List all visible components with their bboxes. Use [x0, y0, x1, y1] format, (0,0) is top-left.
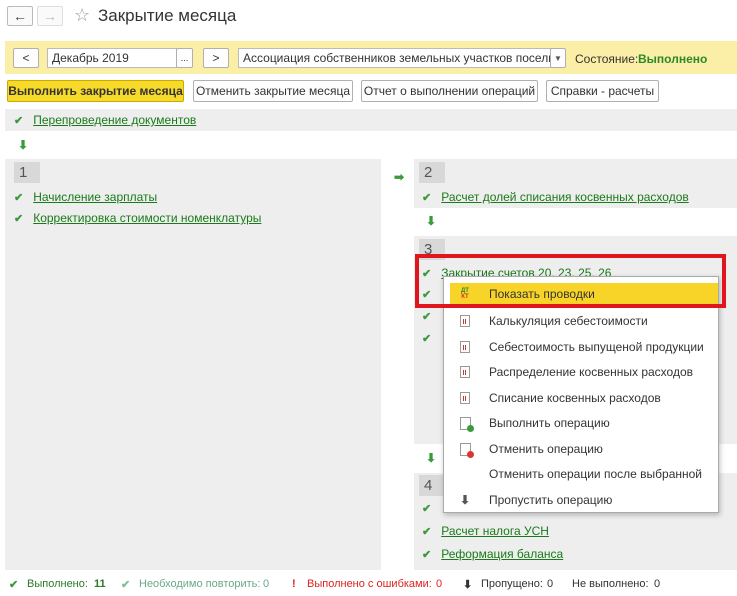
stage-number: 1 — [14, 162, 40, 183]
check-icon: ✔ — [422, 191, 432, 204]
right-arrow-icon: ➡ — [394, 170, 405, 184]
highlight-box — [415, 254, 726, 308]
operation-row: ✔ Расчет долей списания косвенных расход… — [422, 190, 689, 204]
check-icon: ✔ — [422, 503, 432, 515]
down-arrow-icon: ⬇ — [426, 451, 437, 465]
operation-row: ✔ Начисление зарплаты — [14, 190, 157, 204]
forward-button[interactable]: → — [37, 6, 63, 26]
done-count: 11 — [94, 578, 106, 590]
report-icon — [458, 314, 472, 328]
page-title: Закрытие месяца — [98, 6, 237, 25]
error-icon: ! — [292, 578, 296, 590]
operation-link[interactable]: Реформация баланса — [441, 547, 563, 561]
operation-link[interactable]: Расчет долей списания косвенных расходов — [441, 190, 689, 204]
state-label: Состояние: — [575, 52, 639, 66]
back-button[interactable]: ← — [7, 6, 33, 26]
operation-row: ✔ Расчет налога УСН — [422, 524, 549, 538]
menu-item-label: Выполнить операцию — [489, 416, 610, 430]
stage-number: 2 — [419, 162, 445, 183]
menu-item-indirect-distribution[interactable]: Распределение косвенных расходов — [450, 361, 718, 383]
menu-item-cost-calculation[interactable]: Калькуляция себестоимости — [450, 310, 718, 332]
prev-period-button[interactable]: < — [13, 48, 39, 68]
down-arrow-icon: ⬇ — [426, 214, 437, 228]
menu-item-label: Отменить операцию — [489, 442, 603, 456]
errors-count: 0 — [436, 578, 443, 590]
operation-link[interactable]: Перепроведение документов — [33, 113, 196, 127]
operation-link[interactable]: Корректировка стоимости номенклатуры — [33, 211, 261, 225]
menu-item-skip-operation[interactable]: ⬇ Пропустить операцию — [450, 489, 718, 511]
notdone-label: Не выполнено: — [572, 578, 649, 590]
run-closing-button[interactable]: Выполнить закрытие месяца — [7, 80, 184, 102]
errors-label: Выполнено с ошибками: — [307, 578, 432, 590]
menu-item-production-cost[interactable]: Себестоимость выпущеной продукции — [450, 336, 718, 358]
repeat-icon: ✔ — [121, 579, 131, 591]
report-icon — [458, 391, 472, 405]
pre-stage-row: ✔ Перепроведение документов — [14, 113, 196, 127]
menu-item-label: Списание косвенных расходов — [489, 391, 661, 405]
references-calculations-button[interactable]: Справки - расчеты — [546, 80, 659, 102]
repeat-label: Необходимо повторить: — [139, 578, 261, 590]
operation-row: ✔ Корректировка стоимости номенклатуры — [14, 211, 261, 225]
notdone-count: 0 — [654, 578, 661, 590]
chevron-down-icon: ▼ — [554, 53, 562, 63]
check-icon: ✔ — [422, 333, 432, 345]
report-icon — [458, 340, 472, 354]
menu-item-label: Распределение косвенных расходов — [489, 365, 694, 379]
skipped-count: 0 — [547, 578, 554, 590]
check-icon: ✔ — [422, 525, 432, 538]
stage-number: 4 — [419, 475, 445, 496]
done-label: Выполнено: — [27, 578, 88, 590]
back-arrow-icon: ← — [13, 8, 27, 24]
check-warning-icon: ✔ — [14, 191, 24, 204]
menu-item-label: Себестоимость выпущеной продукции — [489, 340, 704, 354]
run-operation-icon — [458, 416, 474, 432]
menu-item-label: Пропустить операцию — [489, 493, 613, 507]
operations-report-button[interactable]: Отчет о выполнении операций — [361, 80, 538, 102]
next-period-button[interactable]: > — [203, 48, 229, 68]
organization-field[interactable]: Ассоциация собственников земельных участ… — [238, 48, 551, 68]
check-icon: ✔ — [422, 311, 432, 323]
menu-item-label: Отменить операции после выбранной — [489, 467, 703, 481]
operation-context-menu: ДТ КТ Показать проводки Калькуляция себес… — [443, 276, 719, 513]
check-icon: ✔ — [422, 548, 432, 561]
menu-item-indirect-writeoff[interactable]: Списание косвенных расходов — [450, 387, 718, 409]
cancel-closing-button[interactable]: Отменить закрытие месяца — [193, 80, 353, 102]
operation-link[interactable]: Расчет налога УСН — [441, 524, 549, 538]
menu-item-label: Калькуляция себестоимости — [489, 314, 648, 328]
state-value: Выполнено — [638, 52, 708, 66]
menu-item-cancel-operation[interactable]: Отменить операцию — [450, 438, 718, 460]
operation-row: ✔ Реформация баланса — [422, 547, 563, 561]
done-icon: ✔ — [9, 579, 19, 591]
period-field[interactable]: Декабрь 2019 — [47, 48, 177, 68]
skipped-label: Пропущено: — [481, 578, 543, 590]
menu-item-cancel-after-selected[interactable]: Отменить операции после выбранной — [450, 463, 718, 485]
operation-link[interactable]: Начисление зарплаты — [33, 190, 157, 204]
down-arrow-icon: ⬇ — [18, 138, 29, 152]
check-icon: ✔ — [14, 212, 24, 225]
period-select-button[interactable]: ... — [176, 48, 193, 68]
menu-item-run-operation[interactable]: Выполнить операцию — [450, 412, 718, 434]
organization-dropdown-button[interactable]: ▼ — [550, 48, 566, 68]
forward-arrow-icon: → — [43, 8, 57, 24]
star-icon[interactable]: ☆ — [74, 5, 90, 26]
skip-arrow-icon: ⬇ — [459, 493, 471, 507]
repeat-count: 0 — [263, 578, 270, 590]
cancel-operation-icon — [458, 442, 474, 458]
report-icon — [458, 365, 472, 379]
check-icon: ✔ — [14, 114, 24, 127]
skipped-icon: ⬇ — [463, 579, 473, 591]
